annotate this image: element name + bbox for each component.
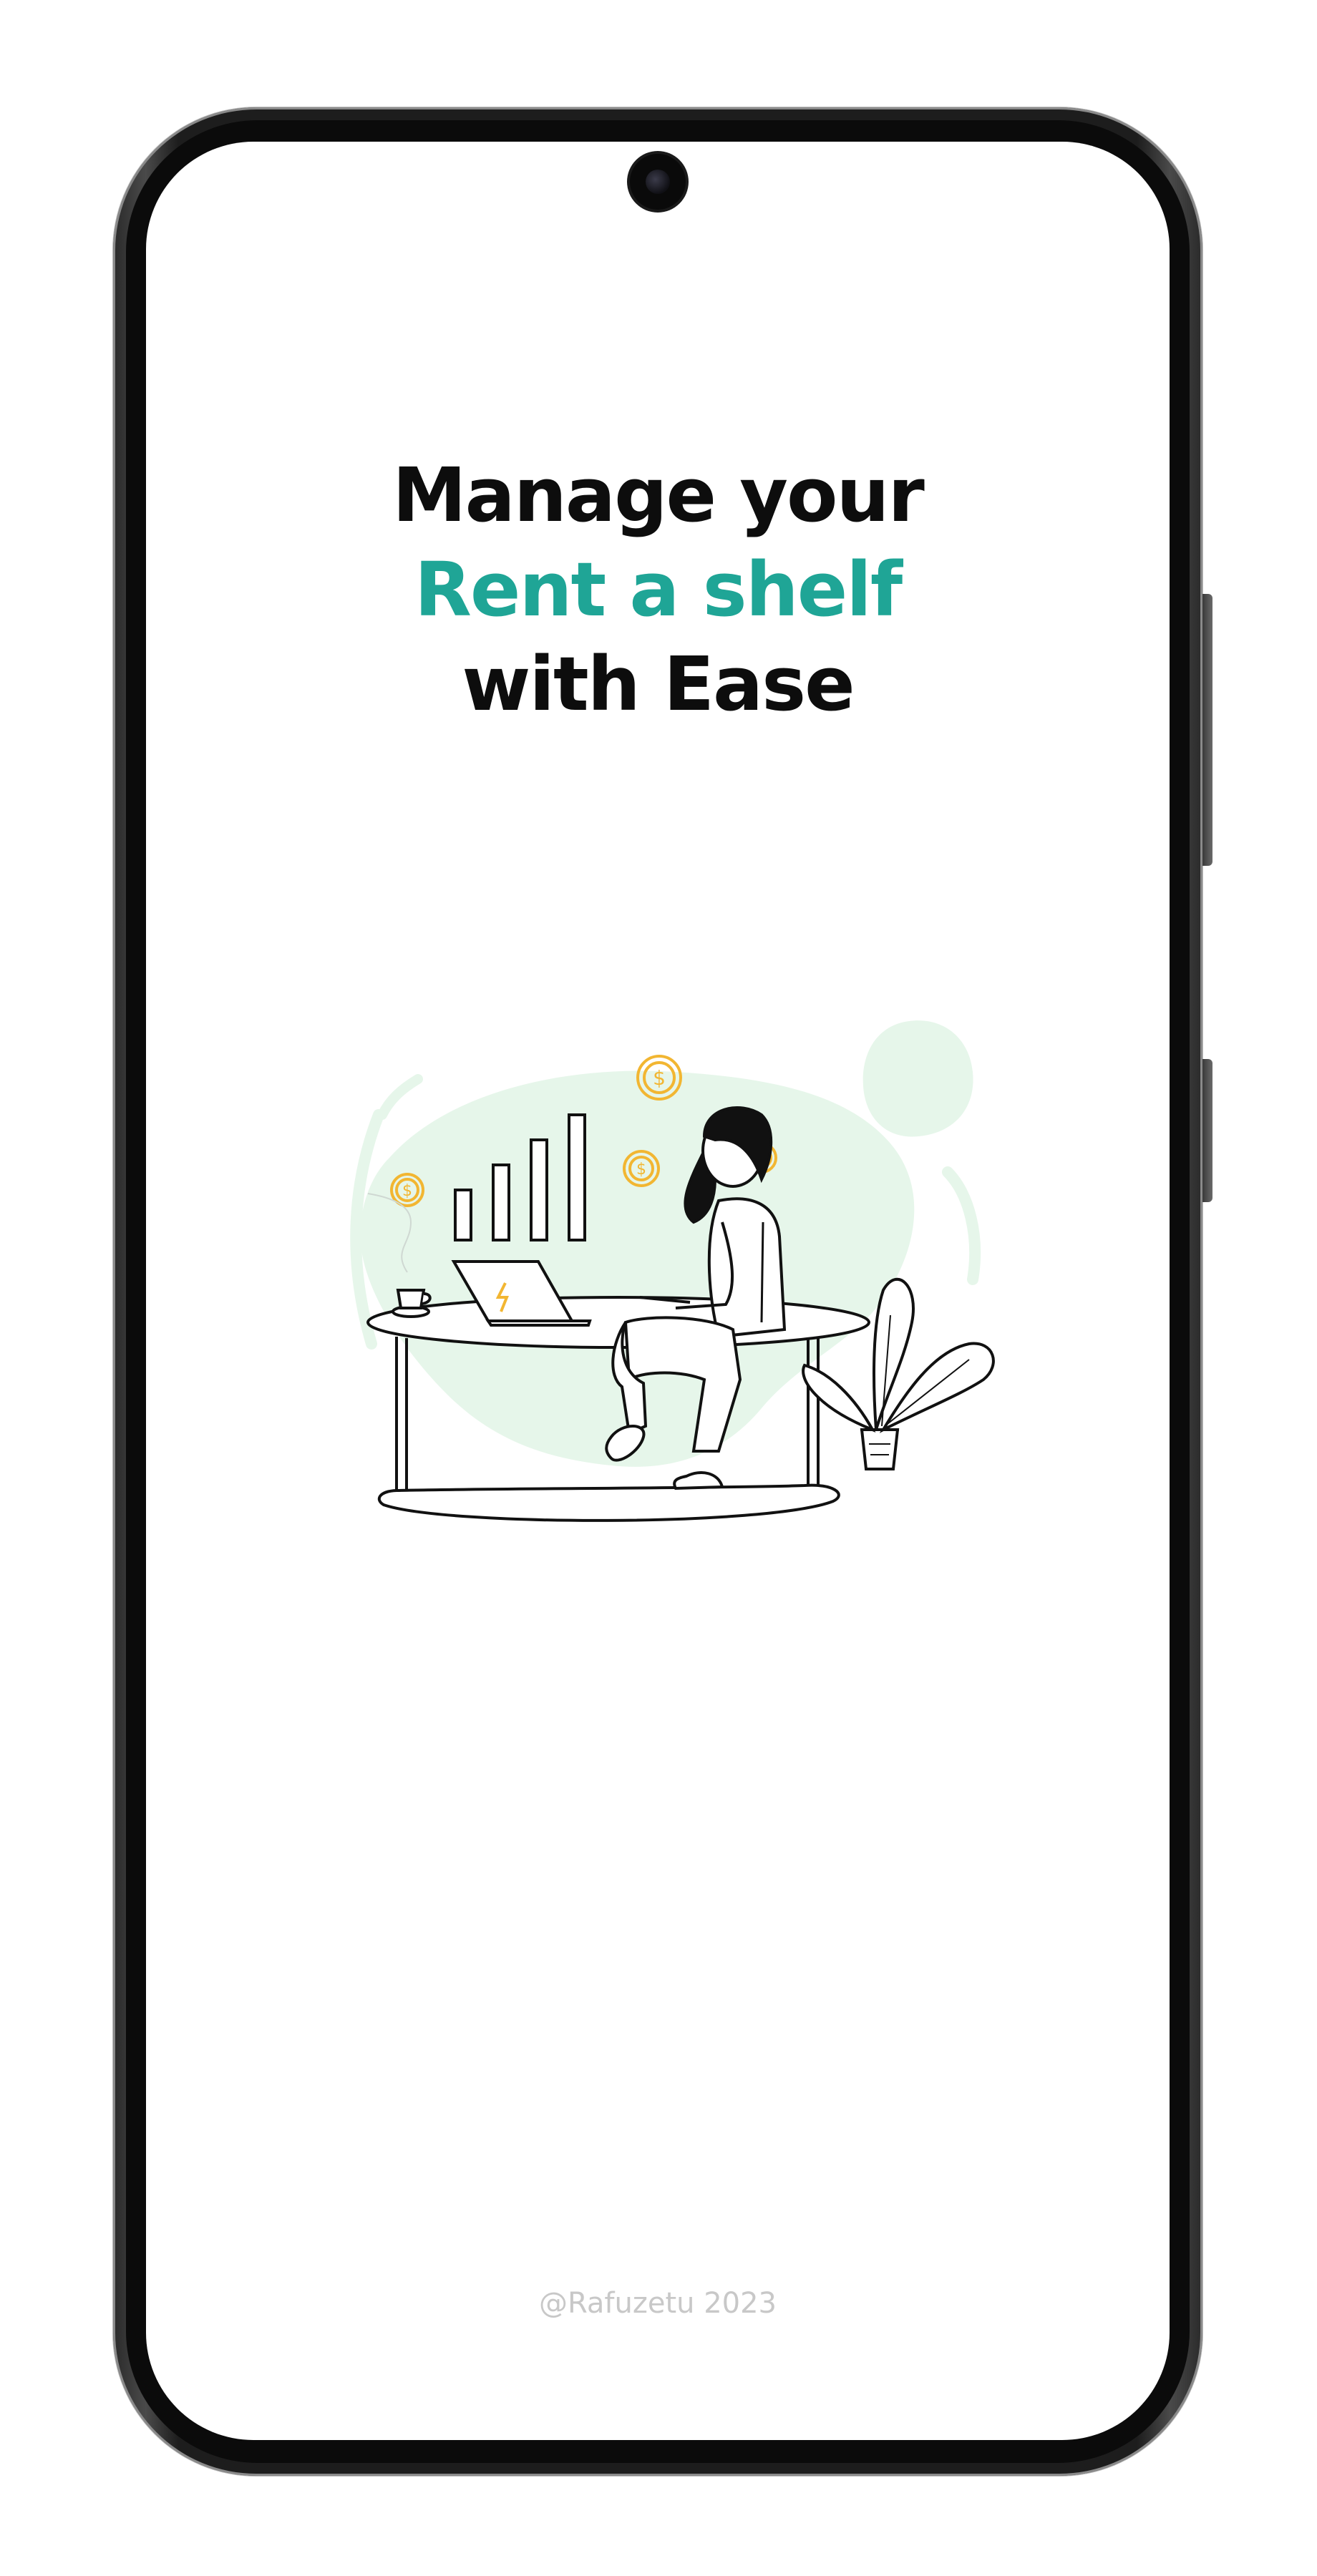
- coin-icon: $: [623, 1150, 660, 1187]
- background-blob-small: [862, 1020, 973, 1137]
- person-at-desk-illustration: $ $ $ $: [350, 1020, 995, 1522]
- onboarding-headline: Manage your Rent a shelf with Ease: [146, 448, 1170, 731]
- camera-lens: [646, 170, 670, 194]
- volume-button: [1202, 594, 1212, 866]
- coin-icon: $: [390, 1173, 424, 1207]
- mockup-stage: Manage your Rent a shelf with Ease $ $ $…: [0, 0, 1317, 2576]
- svg-text:$: $: [402, 1182, 412, 1200]
- background-swoosh-right: [942, 1166, 981, 1285]
- svg-text:$: $: [636, 1161, 646, 1179]
- svg-text:$: $: [653, 1066, 666, 1090]
- headline-line-1: Manage your: [392, 452, 925, 539]
- headline-line-2: Rent a shelf: [414, 546, 903, 633]
- copyright-credit: @Rafuzetu 2023: [538, 2287, 777, 2320]
- app-screen: Manage your Rent a shelf with Ease $ $ $…: [146, 142, 1170, 2440]
- headline-line-3: with Ease: [462, 640, 855, 728]
- background-swoosh-left-2: [377, 1074, 423, 1120]
- coin-icon: $: [636, 1055, 682, 1101]
- front-camera-icon: [630, 154, 686, 210]
- power-button: [1202, 1059, 1212, 1202]
